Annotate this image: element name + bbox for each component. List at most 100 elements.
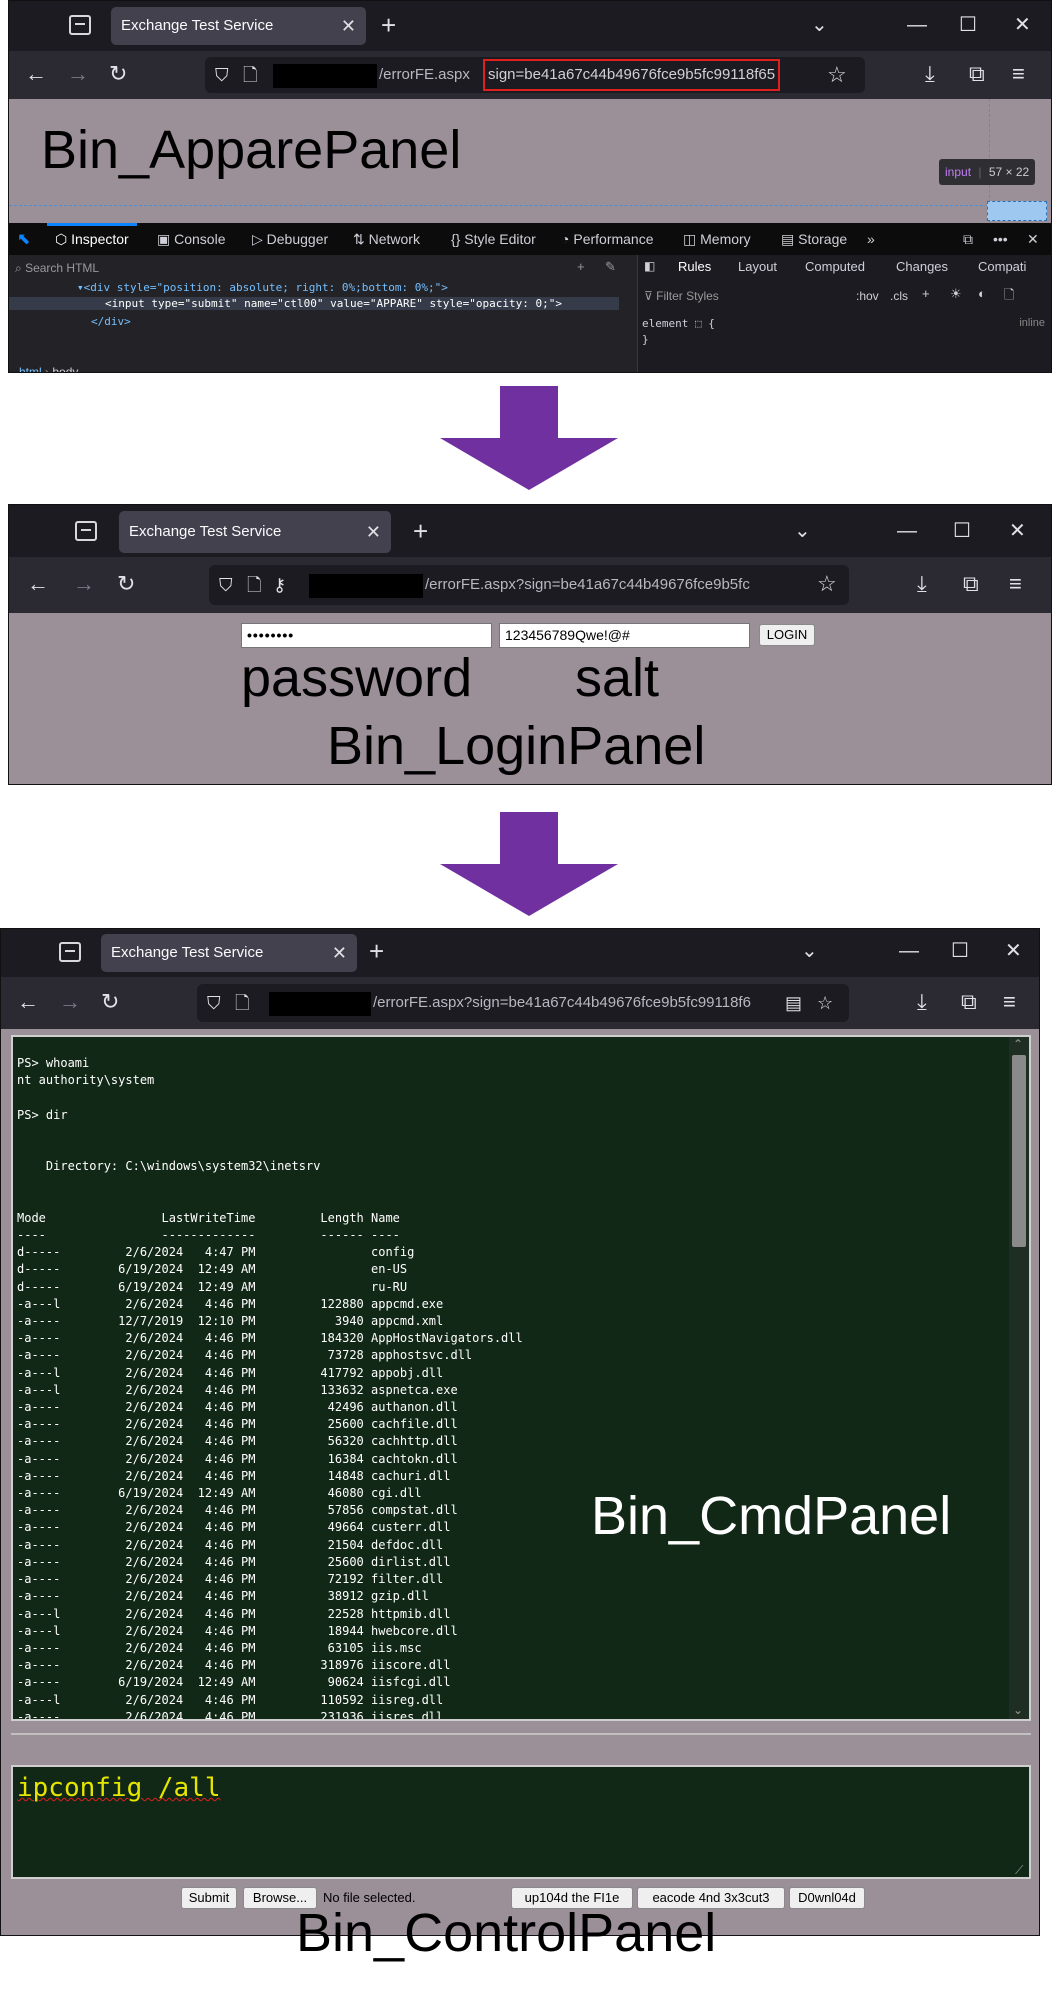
extensions-icon[interactable]: ⧉: [969, 62, 985, 86]
html-line-div[interactable]: ▾<div style="position: absolute; right: …: [77, 281, 448, 294]
dock-icon[interactable]: ⧉: [963, 231, 973, 248]
url-bar[interactable]: ⛉ 🗋 /errorFE.aspx sign=be41a67c44b49676f…: [205, 57, 865, 93]
cls-toggle[interactable]: .cls: [890, 289, 908, 303]
forward-icon[interactable]: →: [67, 62, 89, 86]
tab-memory[interactable]: ◫ Memory: [683, 231, 751, 248]
tab-network[interactable]: ⇅ Network: [353, 231, 420, 248]
download-icon[interactable]: ⤓: [917, 572, 927, 596]
tab-changes[interactable]: Changes: [896, 259, 948, 274]
close-tab-icon[interactable]: ✕: [341, 7, 356, 45]
add-node-icon[interactable]: +: [577, 259, 585, 274]
list-all-tabs-icon[interactable]: ⌄: [801, 939, 818, 963]
key-icon[interactable]: ⚷: [273, 565, 286, 605]
browser-tab[interactable]: Exchange Test Service ✕: [111, 7, 366, 45]
tab-list-icon[interactable]: [69, 15, 91, 35]
page-icon[interactable]: 🗋: [235, 984, 249, 1022]
shield-icon[interactable]: ⛉: [207, 984, 221, 1022]
close-window-icon[interactable]: ✕: [1005, 939, 1022, 963]
close-tab-icon[interactable]: ✕: [366, 511, 381, 553]
highlighted-input[interactable]: [987, 201, 1047, 221]
dark-mode-icon[interactable]: ◐: [978, 286, 986, 301]
forward-icon[interactable]: →: [73, 572, 95, 596]
shield-icon[interactable]: ⛉: [219, 565, 233, 605]
filter-styles-input[interactable]: ⊽ Filter Styles: [644, 289, 719, 303]
forward-icon[interactable]: →: [59, 990, 81, 1014]
extensions-icon[interactable]: ⧉: [961, 990, 977, 1014]
shield-icon[interactable]: ⛉: [215, 57, 229, 93]
breadcrumb-html[interactable]: html: [19, 365, 42, 372]
bookmark-star-icon[interactable]: ☆: [817, 572, 837, 596]
list-all-tabs-icon[interactable]: ⌄: [811, 13, 828, 37]
bookmark-star-icon[interactable]: ☆: [817, 984, 833, 1022]
tab-console[interactable]: ▣ Console: [157, 231, 226, 248]
scroll-down-icon[interactable]: ⌄: [1013, 1703, 1023, 1717]
reload-icon[interactable]: ↻: [101, 990, 119, 1014]
password-field[interactable]: ••••••••: [241, 623, 492, 648]
new-tab-icon[interactable]: +: [369, 935, 384, 967]
back-icon[interactable]: ←: [27, 572, 49, 596]
tab-list-icon[interactable]: [75, 521, 97, 541]
html-line-close[interactable]: </div>: [91, 315, 131, 328]
html-line-input[interactable]: <input type="submit" name="ctl00" value=…: [9, 297, 619, 310]
scroll-up-icon[interactable]: ⌃: [1013, 1037, 1023, 1051]
minimize-icon[interactable]: —: [897, 519, 917, 543]
close-tab-icon[interactable]: ✕: [332, 934, 347, 972]
back-icon[interactable]: ←: [25, 62, 47, 86]
page-icon[interactable]: 🗋: [243, 57, 257, 93]
url-bar[interactable]: ⛉ 🗋 ⚷ /errorFE.aspx?sign=be41a67c44b4967…: [209, 565, 849, 605]
menu-icon[interactable]: ≡: [1009, 572, 1022, 596]
search-html-input[interactable]: ⌕ Search HTML: [15, 261, 597, 276]
tab-debugger[interactable]: ▷ Debugger: [252, 231, 328, 248]
light-mode-icon[interactable]: ☀: [950, 286, 962, 302]
bookmark-star-icon[interactable]: ☆: [827, 63, 847, 87]
download-button[interactable]: D0wnl04d: [789, 1887, 865, 1909]
scroll-thumb[interactable]: [1012, 1055, 1026, 1247]
url-bar[interactable]: ⛉ 🗋 /errorFE.aspx?sign=be41a67c44b49676f…: [197, 984, 849, 1022]
maximize-icon[interactable]: ☐: [953, 519, 971, 543]
close-window-icon[interactable]: ✕: [1009, 519, 1026, 543]
maximize-icon[interactable]: ☐: [951, 939, 969, 963]
tab-layout[interactable]: Layout: [738, 259, 777, 274]
tab-storage[interactable]: ▤ Storage: [781, 231, 847, 248]
cmd-output[interactable]: PS> whoami nt authority\system PS> dir Di…: [11, 1035, 1031, 1721]
extensions-icon[interactable]: ⧉: [963, 572, 979, 596]
add-rule-icon[interactable]: +: [922, 286, 930, 301]
minimize-icon[interactable]: —: [907, 13, 927, 37]
salt-field[interactable]: 123456789Qwe!@#: [499, 623, 750, 648]
list-all-tabs-icon[interactable]: ⌄: [794, 519, 811, 543]
submit-button[interactable]: Submit: [181, 1887, 237, 1909]
browser-tab[interactable]: Exchange Test Service ✕: [119, 511, 391, 553]
new-tab-icon[interactable]: +: [381, 9, 396, 41]
tab-style-editor[interactable]: {} Style Editor: [451, 231, 536, 247]
minimize-icon[interactable]: —: [899, 939, 919, 963]
download-icon[interactable]: ⤓: [925, 62, 935, 86]
menu-icon[interactable]: ≡: [1003, 990, 1016, 1014]
tab-performance[interactable]: ◔ Performance: [561, 231, 654, 247]
tab-inspector[interactable]: ⬡ Inspector: [47, 223, 137, 248]
breadcrumb-body[interactable]: body: [52, 365, 78, 372]
new-tab-icon[interactable]: +: [413, 515, 428, 547]
sidebar-toggle-icon[interactable]: ◧: [644, 259, 655, 273]
reload-icon[interactable]: ↻: [109, 62, 127, 86]
tab-rules[interactable]: Rules: [678, 259, 711, 274]
page-icon[interactable]: 🗋: [247, 565, 261, 605]
reload-icon[interactable]: ↻: [117, 572, 135, 596]
pick-element-icon[interactable]: ⬉: [17, 229, 30, 249]
devtools-menu-icon[interactable]: •••: [993, 231, 1008, 247]
print-icon[interactable]: 🗋: [1004, 286, 1014, 308]
close-window-icon[interactable]: ✕: [1014, 13, 1031, 37]
cmd-input[interactable]: ipconfig /all: [11, 1765, 1031, 1879]
download-icon[interactable]: ⤓: [917, 990, 927, 1014]
tab-computed[interactable]: Computed: [805, 259, 865, 274]
resize-grip-icon[interactable]: ⟋: [1015, 1863, 1023, 1878]
browser-tab[interactable]: Exchange Test Service ✕: [101, 934, 357, 972]
maximize-icon[interactable]: ☐: [959, 13, 977, 37]
close-devtools-icon[interactable]: ✕: [1027, 231, 1039, 248]
login-button[interactable]: LOGIN: [759, 624, 815, 646]
menu-icon[interactable]: ≡: [1012, 62, 1025, 86]
cmd-scrollbar[interactable]: ⌃ ⌄: [1009, 1037, 1029, 1719]
more-tabs-icon[interactable]: »: [867, 231, 875, 247]
reader-view-icon[interactable]: ▤: [785, 984, 802, 1022]
eyedropper-icon[interactable]: ✎: [605, 259, 616, 275]
tab-list-icon[interactable]: [59, 942, 81, 962]
